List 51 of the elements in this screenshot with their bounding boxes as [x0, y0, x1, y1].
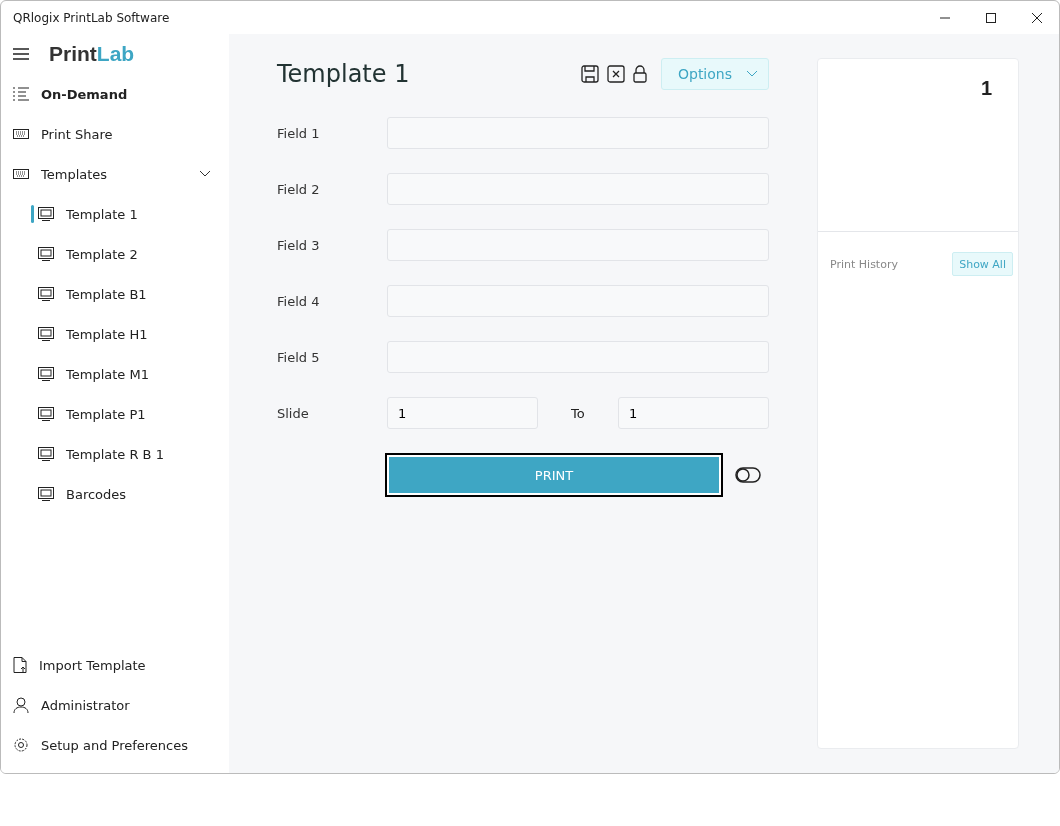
slide-to-field[interactable]: 1 [618, 397, 769, 429]
menu-icon[interactable] [13, 48, 29, 60]
monitor-icon [38, 407, 54, 421]
chevron-icon [746, 70, 758, 78]
template-item[interactable]: Template B1 [1, 274, 229, 314]
nav-item[interactable]: Import Template [1, 645, 229, 685]
chevron-icon [199, 170, 211, 178]
save-icon[interactable] [580, 65, 599, 83]
template-item[interactable]: Barcodes [1, 474, 229, 514]
settings-icon [13, 737, 29, 753]
list-icon [13, 87, 29, 101]
monitor-icon [38, 447, 54, 461]
close-icon[interactable] [1031, 11, 1043, 24]
nav-item[interactable]: Print Share [1, 114, 229, 154]
field-label: Slide [277, 405, 310, 421]
nav-item[interactable]: Administrator [1, 685, 229, 725]
keyboard-icon [13, 129, 29, 139]
field-label: To [570, 405, 586, 421]
field-label: Field 4 [277, 293, 321, 309]
person-icon [13, 697, 29, 713]
monitor-icon [38, 207, 54, 221]
window-title: QRlogix PrintLab Software [13, 10, 170, 25]
toggle-switch[interactable] [735, 467, 761, 483]
template-item[interactable]: Template H1 [1, 314, 229, 354]
template-item[interactable]: Template 2 [1, 234, 229, 274]
template-item[interactable]: Template R B 1 [1, 434, 229, 474]
field-label: Field 3 [277, 237, 321, 253]
nav-item[interactable]: On-Demand [1, 74, 229, 114]
monitor-icon [38, 367, 54, 381]
print-count: 1 [980, 77, 992, 101]
template-item[interactable]: Template P1 [1, 394, 229, 434]
maximize-icon[interactable] [985, 11, 997, 24]
logo-wordmark: PrintLab [49, 42, 135, 66]
field-label: Field 2 [277, 181, 321, 197]
nav-item[interactable]: Templates [1, 154, 229, 194]
template-item[interactable]: Template 1 [1, 194, 229, 234]
monitor-icon [38, 247, 54, 261]
field-label: Field 5 [277, 349, 321, 365]
monitor-icon [38, 327, 54, 341]
file-upload-icon [13, 657, 27, 673]
close-icon[interactable] [606, 65, 625, 83]
keyboard-icon [13, 169, 29, 179]
template-item[interactable]: Template M1 [1, 354, 229, 394]
print-history-label: Print History [830, 257, 898, 271]
slide-from-field[interactable]: 1 [387, 397, 538, 429]
template-title: Template 1 [277, 60, 410, 88]
lock-icon[interactable] [632, 65, 647, 83]
nav-item[interactable]: Setup and Preferences [1, 725, 229, 765]
monitor-icon [38, 287, 54, 301]
field-label: Field 1 [277, 125, 321, 141]
monitor-icon [38, 487, 54, 501]
